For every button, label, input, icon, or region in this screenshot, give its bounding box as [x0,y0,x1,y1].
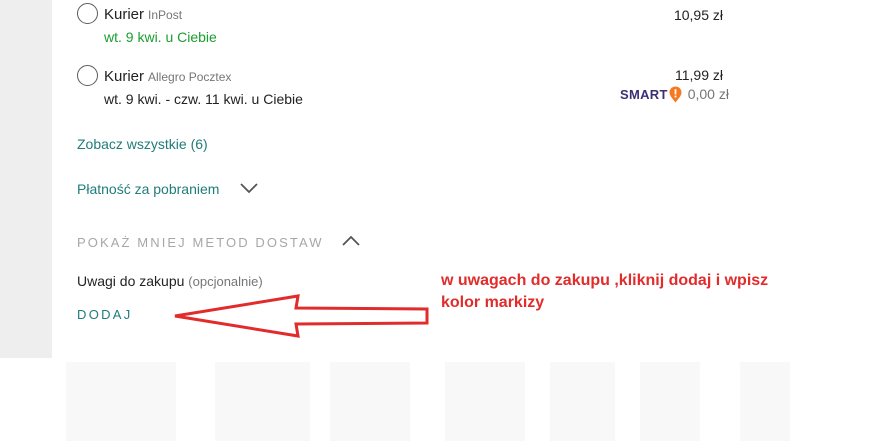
faded-content-block [740,362,790,441]
smart-price: 0,00 zł [687,86,729,102]
chevron-down-icon[interactable] [240,182,258,194]
delivery-price: 10,95 zł [673,7,723,23]
delivery-price: 11,99 zł [675,67,723,83]
smart-badge-icon [669,86,682,102]
smart-logo: SMART [620,86,668,102]
carrier-service: InPost [148,8,183,22]
optional-label: (opcjonalnie) [188,274,263,289]
red-arrow-left [174,294,429,338]
faded-content-block [215,362,310,441]
carrier-name: Kurier Allegro Pocztex [104,68,232,85]
add-remarks-button[interactable]: DODAJ [77,307,133,322]
radio-unchecked-icon[interactable] [77,65,98,86]
smart-promo: SMART 0,00 zł [620,85,729,103]
cash-on-delivery-toggle[interactable]: Płatność za pobraniem [77,181,219,197]
faded-content-block [445,362,525,441]
faded-content-block [330,362,410,441]
radio-unchecked-icon[interactable] [77,3,98,24]
show-fewer-methods-button[interactable]: POKAŻ MNIEJ METOD DOSTAW [77,235,324,250]
annotation-text: w uwagach do zakupu ,kliknij dodaj i wpi… [441,272,769,311]
faded-content-block [550,362,615,441]
chevron-up-icon[interactable] [342,235,360,247]
faded-content-block [640,362,700,441]
delivery-eta: wt. 9 kwi. - czw. 11 kwi. u Ciebie [104,91,303,107]
see-all-link[interactable]: Zobacz wszystkie (6) [77,136,208,152]
carrier-service: Allegro Pocztex [148,70,232,84]
purchase-remarks-label: Uwagi do zakupu (opcjonalnie) [77,273,263,289]
delivery-eta: wt. 9 kwi. u Ciebie [104,29,217,45]
left-gray-panel [0,0,52,358]
carrier-name: Kurier InPost [104,6,183,23]
faded-content-block [66,362,176,441]
